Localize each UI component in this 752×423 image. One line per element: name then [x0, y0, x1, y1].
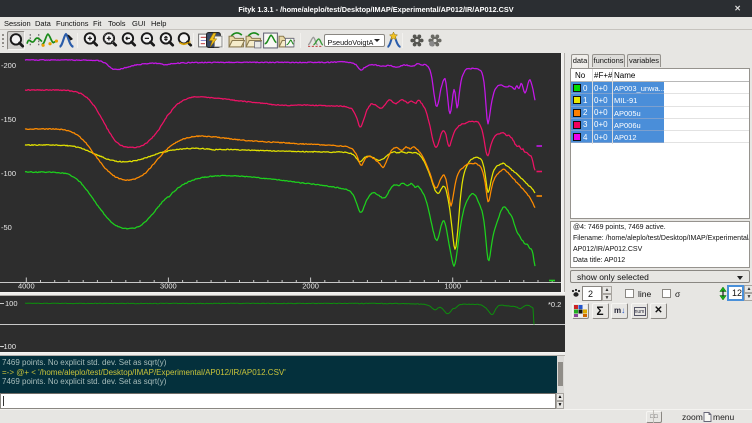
svg-text:-100: -100: [1, 169, 16, 178]
svg-text:*0.2: *0.2: [548, 300, 561, 309]
svg-text:100: 100: [5, 299, 18, 308]
svg-text:-150: -150: [1, 115, 16, 124]
svg-text:4000: 4000: [18, 282, 35, 291]
svg-text:-200: -200: [1, 61, 16, 70]
svg-text:-50: -50: [1, 223, 12, 232]
svg-text:-100: -100: [1, 342, 16, 351]
svg-text:2000: 2000: [302, 282, 319, 291]
svg-text:1000: 1000: [444, 282, 461, 291]
svg-text:3000: 3000: [160, 282, 177, 291]
